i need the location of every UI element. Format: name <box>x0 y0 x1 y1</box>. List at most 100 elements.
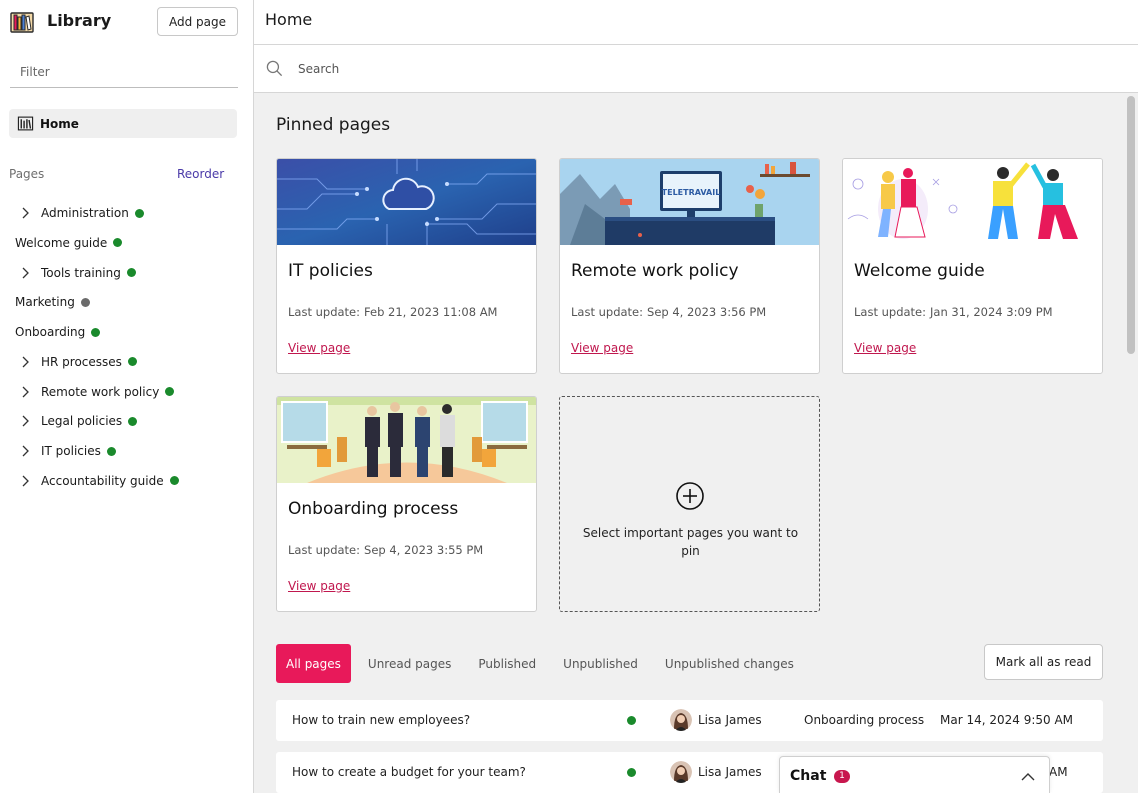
sidebar-item-label: Welcome guide <box>15 235 108 250</box>
sidebar-item-label: Remote work policy <box>41 384 160 399</box>
sidebar-item-it-policies[interactable]: IT policies <box>19 437 116 465</box>
page-title: Home <box>265 10 313 29</box>
teletravail-desk-image: TELETRAVAIL <box>560 159 819 245</box>
add-pinned-page-card[interactable]: Select important pages you want to pin <box>559 396 820 612</box>
card-title: Welcome guide <box>854 261 985 281</box>
update-value: Sep 4, 2023 3:56 PM <box>647 305 767 319</box>
sidebar-item-label: Home <box>40 116 79 131</box>
row-page: Onboarding process <box>804 713 925 727</box>
sidebar-item-label: Accountability guide <box>41 473 164 488</box>
library-logo-icon <box>10 12 34 33</box>
sidebar-item-hr-processes[interactable]: HR processes <box>19 348 137 376</box>
avatar <box>670 709 692 731</box>
status-dot <box>106 446 116 456</box>
status-dot <box>127 357 137 367</box>
view-page-link[interactable]: View page <box>854 341 916 355</box>
sidebar-item-administration[interactable]: Administration <box>19 199 144 227</box>
page-filter-tabs: All pages Unread pages Published Unpubli… <box>276 644 811 683</box>
chevron-right-icon[interactable] <box>19 207 31 219</box>
view-page-link[interactable]: View page <box>288 341 350 355</box>
pinned-card[interactable]: TELETRAVAIL Remote work policy Last upda… <box>559 158 820 374</box>
status-dot <box>627 716 636 725</box>
update-label: Last update: <box>288 543 361 557</box>
sidebar-item-accountability-guide[interactable]: Accountability guide <box>19 467 179 495</box>
sidebar-item-welcome-guide[interactable]: Welcome guide <box>15 229 123 257</box>
chevron-right-icon[interactable] <box>19 475 31 487</box>
topbar: Home <box>254 0 1138 45</box>
table-row[interactable]: How to train new employees? Lisa James O… <box>276 700 1103 741</box>
status-dot <box>134 208 144 218</box>
tab-all-pages[interactable]: All pages <box>276 644 351 683</box>
sidebar-item-label: Tools training <box>41 265 121 280</box>
update-label: Last update: <box>571 305 644 319</box>
card-title: Onboarding process <box>288 499 459 519</box>
status-dot <box>169 476 179 486</box>
chat-unread-badge: 1 <box>834 770 850 783</box>
status-dot <box>113 238 123 248</box>
sidebar-item-tools-training[interactable]: Tools training <box>19 259 136 287</box>
sidebar-item-legal-policies[interactable]: Legal policies <box>19 407 138 435</box>
tab-unpublished-changes[interactable]: Unpublished changes <box>655 644 804 683</box>
chevron-right-icon[interactable] <box>19 386 31 398</box>
card-updated: Last update: Sep 4, 2023 3:55 PM <box>288 543 483 557</box>
chevron-right-icon[interactable] <box>19 415 31 427</box>
filter-input[interactable] <box>10 56 238 88</box>
circuit-cloud-image <box>277 159 536 245</box>
row-author: Lisa James <box>698 765 762 779</box>
sidebar-item-home[interactable]: Home <box>9 109 237 138</box>
search-input[interactable] <box>298 57 898 81</box>
update-value: Jan 31, 2024 3:09 PM <box>930 305 1053 319</box>
pages-section-label: Pages <box>9 167 45 181</box>
sidebar-item-onboarding[interactable]: Onboarding <box>15 318 101 346</box>
tab-unread-pages[interactable]: Unread pages <box>358 644 461 683</box>
chat-title: Chat <box>790 768 827 784</box>
status-dot <box>91 327 101 337</box>
mark-all-as-read-button[interactable]: Mark all as read <box>984 644 1103 680</box>
card-updated: Last update: Jan 31, 2024 3:09 PM <box>854 305 1053 319</box>
row-date: AM <box>1049 765 1068 779</box>
sidebar-item-label: Onboarding <box>15 325 86 339</box>
card-updated: Last update: Feb 21, 2023 11:08 AM <box>288 305 497 319</box>
view-page-link[interactable]: View page <box>288 579 350 593</box>
row-question: How to train new employees? <box>292 713 471 727</box>
chat-panel[interactable]: Chat 1 <box>779 756 1050 793</box>
search-icon <box>266 60 283 77</box>
pinned-card[interactable]: IT policies Last update: Feb 21, 2023 11:… <box>276 158 537 374</box>
scrollbar[interactable] <box>1127 96 1135 354</box>
pinned-card[interactable]: Welcome guide Last update: Jan 31, 2024 3… <box>842 158 1103 374</box>
sidebar-item-label: Administration <box>41 206 129 220</box>
sidebar-item-marketing[interactable]: Marketing <box>15 288 90 316</box>
sidebar-item-remote-work-policy[interactable]: Remote work policy <box>19 378 175 406</box>
update-label: Last update: <box>854 305 927 319</box>
chevron-up-icon[interactable] <box>1020 769 1036 785</box>
tab-unpublished[interactable]: Unpublished <box>553 644 648 683</box>
chevron-right-icon[interactable] <box>19 445 31 457</box>
sidebar-item-label: Marketing <box>15 295 75 310</box>
search-bar <box>254 45 1138 93</box>
tab-published[interactable]: Published <box>468 644 546 683</box>
pinned-pages-title: Pinned pages <box>276 115 391 135</box>
card-title: IT policies <box>288 261 373 281</box>
sidebar-title: Library <box>47 11 112 30</box>
sidebar-item-label: Legal policies <box>41 414 123 429</box>
office-handshake-image <box>277 397 536 483</box>
row-date: Mar 14, 2024 9:50 AM <box>940 713 1074 727</box>
teletravail-text: TELETRAVAIL <box>662 188 721 197</box>
chevron-right-icon[interactable] <box>19 356 31 368</box>
add-page-button[interactable]: Add page <box>157 7 238 36</box>
add-pinned-page-text: Select important pages you want to pin <box>582 526 799 558</box>
chevron-right-icon[interactable] <box>19 267 31 279</box>
people-high-five-image <box>843 159 1102 245</box>
status-dot <box>80 297 90 307</box>
sidebar-header: Library Add page <box>10 7 238 37</box>
row-question: How to create a budget for your team? <box>292 765 526 779</box>
pinned-card[interactable]: Onboarding process Last update: Sep 4, 20… <box>276 396 537 612</box>
status-dot <box>128 416 138 426</box>
plus-circle-icon <box>676 482 704 510</box>
card-updated: Last update: Sep 4, 2023 3:56 PM <box>571 305 766 319</box>
sidebar-item-label: HR processes <box>41 354 122 369</box>
main-content: Pinned pages IT policies Last update: Feb… <box>254 93 1138 793</box>
view-page-link[interactable]: View page <box>571 341 633 355</box>
sidebar-item-label: IT policies <box>41 444 101 458</box>
reorder-link[interactable]: Reorder <box>177 167 224 181</box>
